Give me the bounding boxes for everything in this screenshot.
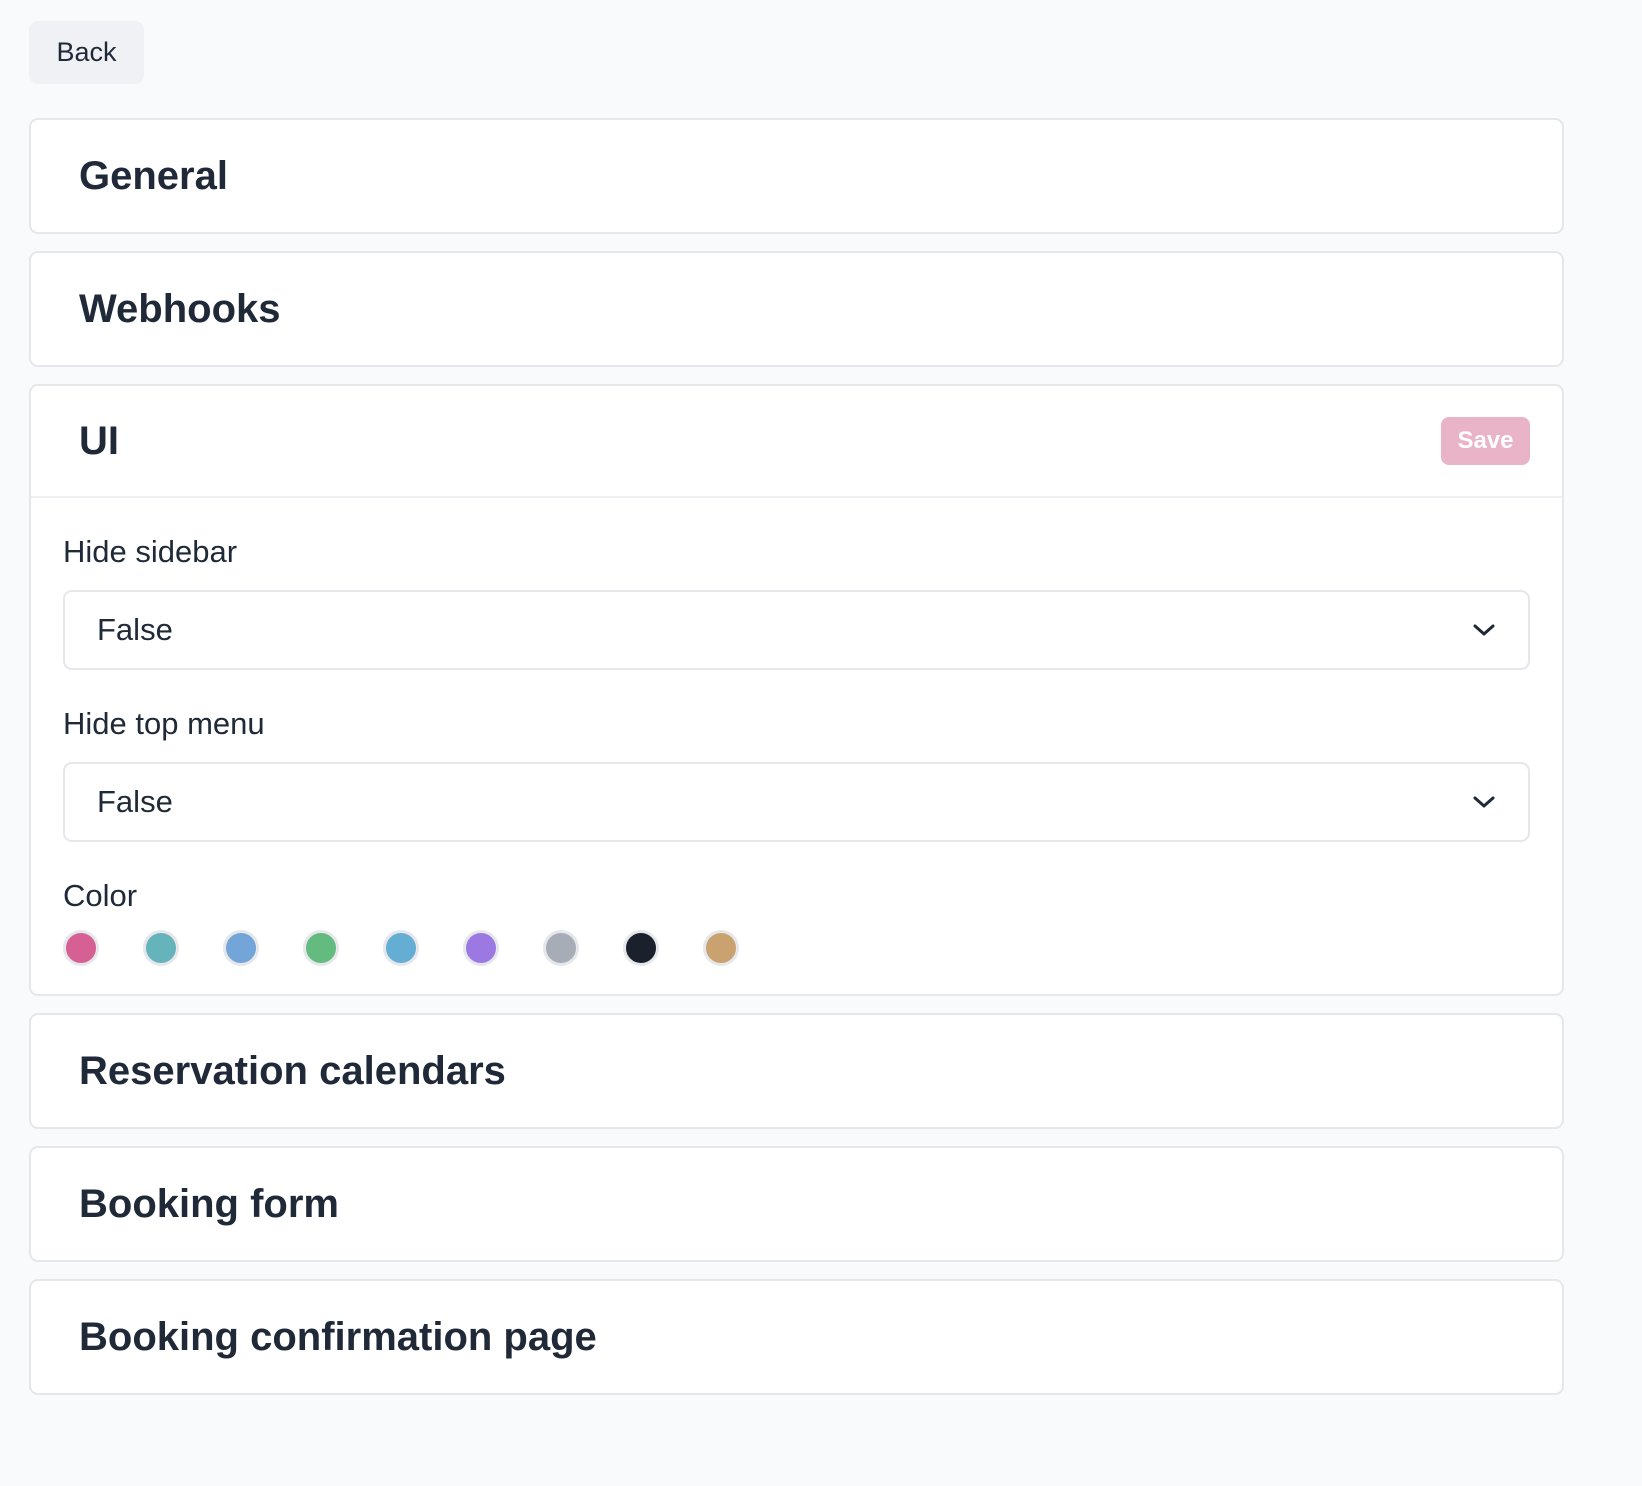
settings-page: Back General Webhooks UI Save Hide sideb… xyxy=(0,0,1642,1486)
section-booking-confirmation: Booking confirmation page xyxy=(29,1279,1564,1395)
hide-top-menu-select[interactable]: False xyxy=(63,762,1530,842)
color-swatch[interactable] xyxy=(303,930,339,966)
color-swatch[interactable] xyxy=(703,930,739,966)
section-booking-form: Booking form xyxy=(29,1146,1564,1262)
section-reservation-calendars: Reservation calendars xyxy=(29,1013,1564,1129)
color-swatch[interactable] xyxy=(383,930,419,966)
section-booking-confirmation-header[interactable]: Booking confirmation page xyxy=(31,1281,1562,1393)
hide-top-menu-value: False xyxy=(97,784,173,819)
section-ui-body: Hide sidebar False Hide top menu False C… xyxy=(31,498,1562,994)
settings-sections: General Webhooks UI Save Hide sidebar Fa… xyxy=(29,118,1564,1395)
hide-top-menu-label: Hide top menu xyxy=(63,706,265,741)
section-webhooks-header[interactable]: Webhooks xyxy=(31,253,1562,365)
hide-sidebar-value: False xyxy=(97,612,173,647)
color-swatches xyxy=(63,930,1530,966)
section-title: Webhooks xyxy=(79,286,281,331)
section-title: Reservation calendars xyxy=(79,1048,506,1093)
hide-sidebar-select[interactable]: False xyxy=(63,590,1530,670)
section-general-header[interactable]: General xyxy=(31,120,1562,232)
color-swatch[interactable] xyxy=(143,930,179,966)
chevron-down-icon xyxy=(1473,796,1495,808)
color-swatch[interactable] xyxy=(543,930,579,966)
color-swatch[interactable] xyxy=(63,930,99,966)
back-button[interactable]: Back xyxy=(29,21,144,84)
section-reservation-calendars-header[interactable]: Reservation calendars xyxy=(31,1015,1562,1127)
section-title: Booking confirmation page xyxy=(79,1314,597,1359)
hide-sidebar-label: Hide sidebar xyxy=(63,534,238,569)
color-swatch[interactable] xyxy=(463,930,499,966)
color-swatch[interactable] xyxy=(223,930,259,966)
save-button[interactable]: Save xyxy=(1441,417,1530,465)
color-swatch[interactable] xyxy=(623,930,659,966)
section-ui-header[interactable]: UI Save xyxy=(31,386,1562,498)
section-general: General xyxy=(29,118,1564,234)
section-title: Booking form xyxy=(79,1181,339,1226)
section-title: UI xyxy=(79,418,119,463)
section-title: General xyxy=(79,153,228,198)
section-ui: UI Save Hide sidebar False Hide top menu… xyxy=(29,384,1564,996)
color-label: Color xyxy=(63,878,138,913)
section-webhooks: Webhooks xyxy=(29,251,1564,367)
section-booking-form-header[interactable]: Booking form xyxy=(31,1148,1562,1260)
chevron-down-icon xyxy=(1473,624,1495,636)
